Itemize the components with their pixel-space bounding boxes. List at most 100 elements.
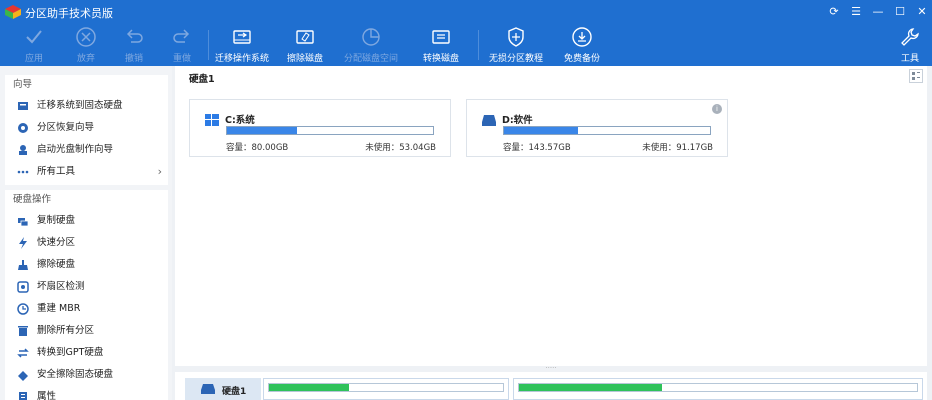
minimize-button[interactable]: — xyxy=(870,4,886,20)
disk-segment-c[interactable] xyxy=(263,378,509,400)
toolbar: 应用 放弃 撤销 重做 迁移操作系统 擦除磁盘 分配磁盘空间 转换磁盘 无损分区… xyxy=(0,24,932,66)
sidebar-item-secure-erase[interactable]: 安全擦除固态硬盘 xyxy=(5,364,168,386)
free-backup-label: 免费备份 xyxy=(563,54,600,64)
partition-unused: 未使用：91.17GB xyxy=(642,143,713,153)
partition-name: C:系统 xyxy=(225,115,255,126)
ssd-icon xyxy=(18,102,28,110)
sidebar-item-label: 复制硬盘 xyxy=(37,215,76,226)
partition-capacity: 容量：80.00GB xyxy=(226,143,289,153)
discard-button[interactable]: 放弃 xyxy=(66,24,106,66)
partition-unused: 未使用：53.04GB xyxy=(365,143,436,153)
sidebar-item-label: 坏扇区检测 xyxy=(37,281,85,292)
allocate-space-button[interactable]: 分配磁盘空间 xyxy=(340,24,402,66)
drive-icon xyxy=(482,115,496,126)
sidebar-item-quick-partition[interactable]: 快速分区 xyxy=(5,232,168,254)
boot-disc-icon xyxy=(19,145,27,155)
eraser-icon xyxy=(18,371,28,381)
partition-card-panel: 硬盘1 C:系统 容量：80.00GB 未使用：53.04GB D:软件 容量：… xyxy=(175,66,927,366)
segment-fill xyxy=(269,384,349,391)
partition-usage-bar xyxy=(503,126,711,135)
partition-card-d[interactable]: D:软件 容量：143.57GB 未使用：91.17GB i xyxy=(466,99,728,157)
layout-toggle-icon[interactable] xyxy=(909,69,923,83)
partition-card-c[interactable]: C:系统 容量：80.00GB 未使用：53.04GB xyxy=(189,99,451,157)
wipe-icon xyxy=(18,260,28,270)
sidebar-item-rebuild-mbr[interactable]: 重建 MBR xyxy=(5,298,168,320)
sidebar-item-label: 属性 xyxy=(37,391,57,400)
usage-fill xyxy=(227,127,298,134)
convert-disk-button[interactable]: 转换磁盘 xyxy=(418,24,464,66)
sidebar-item-properties[interactable]: 属性 xyxy=(5,386,168,400)
lossless-partition-label: 无损分区教程 xyxy=(488,54,543,64)
sidebar-item-label: 删除所有分区 xyxy=(37,325,95,336)
menu-icon[interactable]: ☰ xyxy=(848,4,864,20)
main-area: 硬盘1 C:系统 容量：80.00GB 未使用：53.04GB D:软件 容量：… xyxy=(172,66,932,400)
redo-icon xyxy=(173,29,190,43)
tools-label: 工具 xyxy=(900,54,919,64)
tools-button[interactable]: 工具 xyxy=(894,24,926,66)
sidebar-item-all-tools[interactable]: 所有工具 › xyxy=(5,161,168,183)
sidebar-item-wipe-disk[interactable]: 擦除硬盘 xyxy=(5,254,168,276)
disk-operations-heading: 硬盘操作 xyxy=(13,194,52,205)
refresh-icon[interactable]: ⟳ xyxy=(826,4,842,20)
sidebar-item-migrate-ssd[interactable]: 迁移系统到固态硬盘 xyxy=(5,95,168,117)
toolbar-separator xyxy=(208,30,209,60)
sidebar-item-label: 重建 MBR xyxy=(37,303,81,314)
sidebar-item-label: 擦除硬盘 xyxy=(37,259,76,270)
discard-label: 放弃 xyxy=(76,54,95,64)
disk-icon xyxy=(201,384,215,394)
usage-fill xyxy=(504,127,579,134)
sidebar-item-label: 转换到GPT硬盘 xyxy=(37,347,104,358)
chevron-right-icon: › xyxy=(157,165,162,178)
wizard-section: 向导 迁移系统到固态硬盘 分区恢复向导 启动光盘制作向导 所有工具 › xyxy=(5,75,168,185)
partition-name: D:软件 xyxy=(502,115,533,126)
maximize-button[interactable]: ☐ xyxy=(892,4,908,20)
sidebar-item-label: 迁移系统到固态硬盘 xyxy=(37,100,123,111)
lossless-partition-button[interactable]: 无损分区教程 xyxy=(486,24,546,66)
sidebar-item-delete-all[interactable]: 删除所有分区 xyxy=(5,320,168,342)
migrate-os-button[interactable]: 迁移操作系统 xyxy=(212,24,272,66)
sidebar-item-label: 所有工具 xyxy=(37,166,76,177)
undo-icon xyxy=(126,29,143,43)
disk-title: 硬盘1 xyxy=(189,74,215,85)
convert-icon xyxy=(17,348,29,358)
sidebar-item-bad-sector[interactable]: 坏扇区检测 xyxy=(5,276,168,298)
wizard-heading: 向导 xyxy=(13,79,33,90)
segment-usage-bar xyxy=(518,383,918,392)
redo-button[interactable]: 重做 xyxy=(162,24,202,66)
info-icon[interactable]: i xyxy=(712,104,722,114)
disk-segment-d[interactable] xyxy=(513,378,923,400)
sidebar: 向导 迁移系统到固态硬盘 分区恢复向导 启动光盘制作向导 所有工具 › 硬盘操作… xyxy=(0,66,172,400)
wrench-icon xyxy=(901,28,919,46)
free-backup-button[interactable]: 免费备份 xyxy=(558,24,606,66)
wipe-disk-button[interactable]: 擦除磁盘 xyxy=(282,24,328,66)
scan-icon xyxy=(17,281,29,293)
convert-disk-label: 转换磁盘 xyxy=(422,54,459,64)
more-icon xyxy=(17,170,29,174)
convert-disk-icon xyxy=(432,30,450,44)
disk-label[interactable]: 硬盘1 xyxy=(185,378,261,400)
mbr-icon xyxy=(17,303,29,315)
migrate-disk-icon xyxy=(233,30,251,44)
wipe-disk-label: 擦除磁盘 xyxy=(286,54,323,64)
window-title: 分区助手技术员版 xyxy=(25,7,113,20)
backup-icon xyxy=(572,27,592,47)
sidebar-item-boot-disc[interactable]: 启动光盘制作向导 xyxy=(5,139,168,161)
sidebar-item-partition-recovery[interactable]: 分区恢复向导 xyxy=(5,117,168,139)
wipe-disk-icon xyxy=(296,30,314,44)
sidebar-item-label: 安全擦除固态硬盘 xyxy=(37,369,114,380)
undo-button[interactable]: 撤销 xyxy=(114,24,154,66)
sidebar-item-copy-disk[interactable]: 复制硬盘 xyxy=(5,210,168,232)
redo-label: 重做 xyxy=(172,54,191,64)
windows-icon xyxy=(205,114,219,126)
disk-operations-section: 硬盘操作 复制硬盘 快速分区 擦除硬盘 坏扇区检测 重建 MBR 删除所有分区 … xyxy=(5,190,168,400)
migrate-os-label: 迁移操作系统 xyxy=(214,54,269,64)
app-logo-icon xyxy=(5,5,21,19)
sidebar-item-label: 快速分区 xyxy=(37,237,76,248)
lightning-icon xyxy=(19,237,27,249)
sidebar-item-convert-gpt[interactable]: 转换到GPT硬盘 xyxy=(5,342,168,364)
close-button[interactable]: ✕ xyxy=(914,4,930,20)
sidebar-item-label: 启动光盘制作向导 xyxy=(37,144,114,155)
partition-usage-bar xyxy=(226,126,434,135)
apply-button[interactable]: 应用 xyxy=(14,24,54,66)
recovery-icon xyxy=(18,123,28,133)
